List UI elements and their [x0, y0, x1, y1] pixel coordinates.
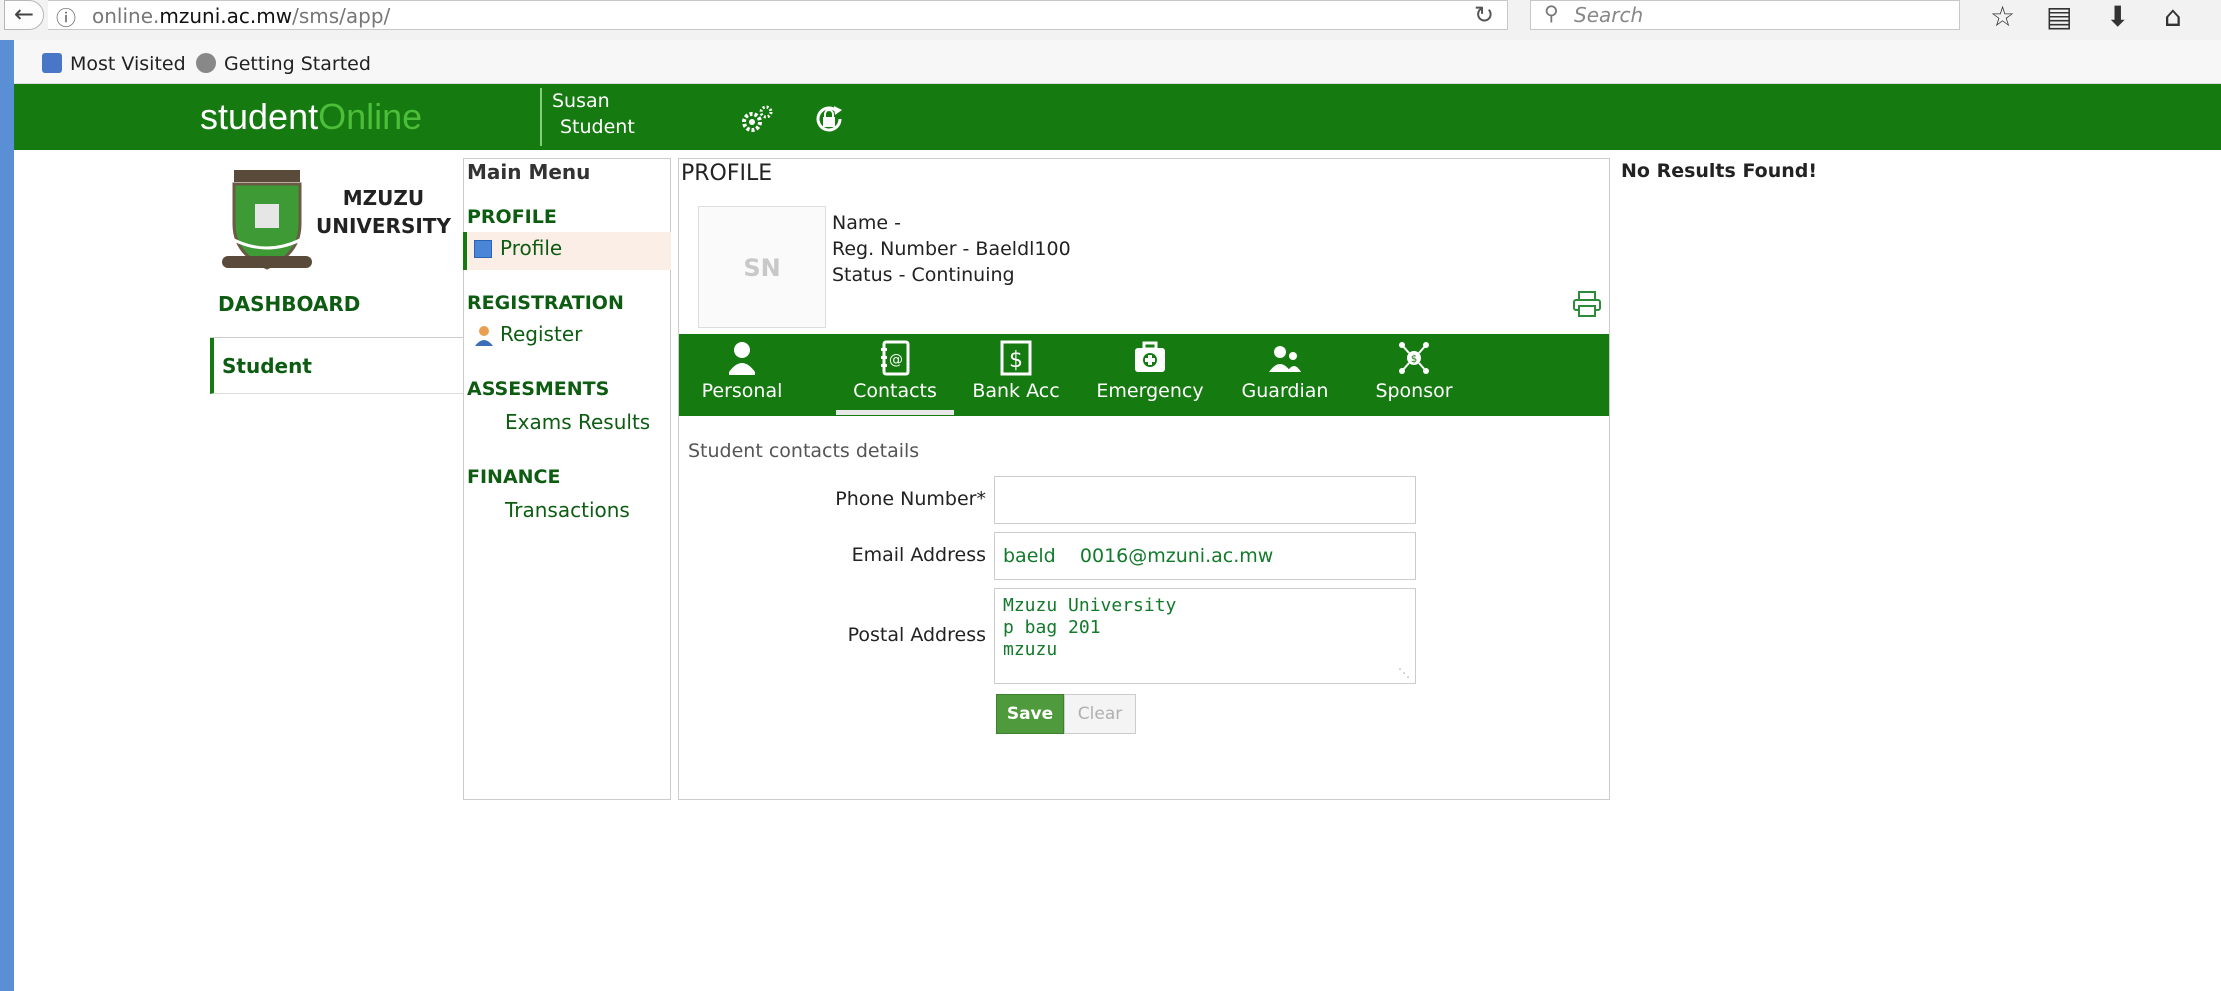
- print-icon[interactable]: [1572, 290, 1602, 322]
- bookmark-label: Most Visited: [70, 53, 186, 75]
- menu-section-registration: REGISTRATION: [467, 292, 624, 314]
- profile-reg-number: Reg. Number - Baeldl100: [832, 238, 1071, 260]
- phone-number-field[interactable]: [994, 476, 1416, 524]
- dashboard-link[interactable]: DASHBOARD: [218, 292, 360, 316]
- user-last-name: Student: [560, 116, 635, 138]
- svg-text:$: $: [1009, 348, 1023, 373]
- university-name: MZUZU UNIVERSITY: [316, 184, 451, 240]
- bookmark-most-visited[interactable]: Most Visited: [42, 53, 186, 75]
- svg-text:@: @: [889, 352, 903, 368]
- back-arrow-icon: ←: [13, 0, 35, 28]
- dollar-icon: $: [1000, 340, 1032, 376]
- bookmark-getting-started[interactable]: Getting Started: [196, 53, 371, 75]
- save-button[interactable]: Save: [996, 694, 1064, 734]
- section-caption: Student contacts details: [688, 440, 920, 462]
- profile-title: PROFILE: [681, 161, 773, 186]
- uni-name-line2: UNIVERSITY: [316, 214, 451, 238]
- nav-student-label[interactable]: Student: [222, 354, 312, 378]
- menu-section-assesments: ASSESMENTS: [467, 378, 610, 400]
- lock-refresh-icon[interactable]: [812, 102, 846, 140]
- tab-sponsor[interactable]: $ Sponsor: [1364, 334, 1464, 416]
- tab-emergency-label: Emergency: [1096, 380, 1204, 402]
- tab-sponsor-label: Sponsor: [1375, 380, 1453, 402]
- home-icon[interactable]: ⌂: [2164, 0, 2182, 33]
- menu-item-profile-label[interactable]: Profile: [500, 236, 562, 260]
- menu-section-finance: FINANCE: [467, 466, 561, 488]
- user-person-icon: [474, 324, 494, 350]
- logo-accent: Online: [318, 96, 423, 137]
- globe-icon: [196, 53, 216, 73]
- bookmark-star-icon[interactable]: ☆: [1990, 0, 2015, 33]
- no-results-message: No Results Found!: [1621, 160, 1818, 182]
- tab-bank-acc[interactable]: $ Bank Acc: [966, 334, 1066, 416]
- tab-personal[interactable]: Personal: [692, 334, 792, 416]
- email-address-field[interactable]: baeld 0016@mzuni.ac.mw: [994, 532, 1416, 580]
- back-button[interactable]: ←: [4, 0, 44, 30]
- tab-guardian[interactable]: Guardian: [1230, 334, 1340, 416]
- menu-item-exams-results[interactable]: Exams Results: [505, 410, 650, 434]
- email-address-label: Email Address: [851, 544, 986, 566]
- menu-section-profile: PROFILE: [467, 206, 557, 228]
- resize-grip-icon[interactable]: ⋱: [1398, 666, 1410, 680]
- menu-item-register[interactable]: Register: [500, 322, 582, 346]
- logo-main: student: [200, 96, 319, 137]
- reload-icon[interactable]: ↻: [1474, 1, 1494, 29]
- bookmark-label: Getting Started: [224, 53, 371, 75]
- phone-number-label: Phone Number*: [835, 488, 986, 510]
- address-book-icon: @: [881, 340, 910, 376]
- window-edge: [0, 40, 14, 991]
- profile-name: Name -: [832, 212, 901, 234]
- download-icon[interactable]: ⬇: [2106, 0, 2129, 33]
- guardian-people-icon: [1269, 346, 1301, 372]
- university-logo: [222, 170, 312, 278]
- clear-button[interactable]: Clear: [1064, 694, 1136, 734]
- svg-text:$: $: [1411, 354, 1417, 365]
- tab-contacts-label: Contacts: [853, 380, 937, 402]
- settings-gears-icon[interactable]: [740, 104, 774, 138]
- url-prefix: online.: [92, 4, 160, 28]
- uni-name-line1: MZUZU: [342, 186, 425, 210]
- tab-contacts[interactable]: @ Contacts: [836, 334, 954, 416]
- tab-bank-acc-label: Bank Acc: [972, 380, 1060, 402]
- person-icon: [729, 342, 755, 375]
- tab-personal-label: Personal: [701, 380, 783, 402]
- most-visited-icon: [42, 53, 62, 73]
- search-placeholder: Search: [1574, 3, 1644, 27]
- first-aid-kit-icon: [1135, 341, 1165, 372]
- search-icon: ⚲: [1544, 1, 1559, 25]
- reader-list-icon[interactable]: ▤: [2046, 0, 2072, 33]
- menu-item-profile[interactable]: [463, 232, 671, 270]
- tab-active-indicator: [836, 410, 954, 415]
- tab-emergency[interactable]: Emergency: [1090, 334, 1210, 416]
- profile-status: Status - Continuing: [832, 264, 1015, 286]
- tab-guardian-label: Guardian: [1241, 380, 1329, 402]
- info-icon[interactable]: ⓘ: [56, 2, 76, 31]
- main-menu-title: Main Menu: [467, 160, 591, 184]
- postal-address-field[interactable]: Mzuzu University p bag 201 mzuzu: [994, 588, 1416, 684]
- sponsor-network-icon: $: [1399, 342, 1429, 374]
- avatar: SN: [698, 206, 826, 328]
- url-path: /sms/app/: [292, 4, 391, 28]
- header-divider: [540, 88, 542, 146]
- menu-item-transactions[interactable]: Transactions: [505, 498, 630, 522]
- profile-card-icon: [474, 240, 492, 258]
- app-logo[interactable]: studentOnline: [200, 96, 422, 138]
- postal-address-label: Postal Address: [847, 624, 986, 646]
- user-first-name: Susan: [552, 90, 610, 112]
- url-text[interactable]: online.mzuni.ac.mw/sms/app/: [92, 4, 390, 28]
- url-domain: mzuni.ac.mw: [159, 4, 293, 28]
- user-name[interactable]: Susan Student: [552, 88, 635, 140]
